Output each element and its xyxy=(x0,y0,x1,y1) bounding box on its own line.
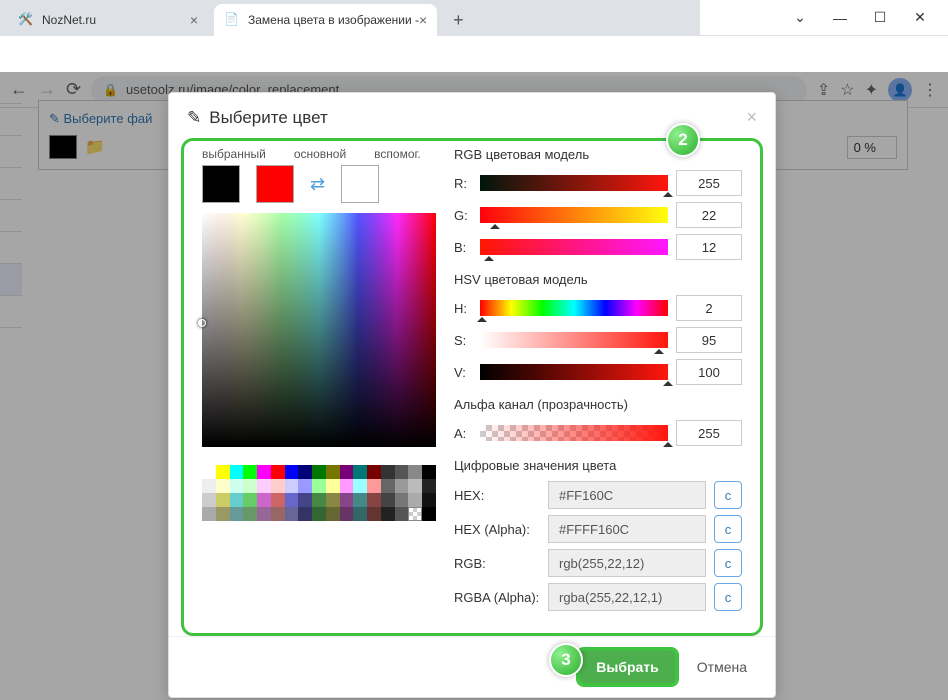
browser-tabs: 🛠️ NozNet.ru × 📄 Замена цвета в изображе… xyxy=(0,0,700,36)
label-main: основной xyxy=(294,147,346,161)
rgb-input[interactable]: rgb(255,22,12) xyxy=(548,549,706,577)
close-icon[interactable]: × xyxy=(190,12,198,28)
modal-footer: 3 Выбрать Отмена xyxy=(169,636,775,697)
h-label: H: xyxy=(454,301,472,316)
s-input[interactable]: 95 xyxy=(676,327,742,353)
b-slider[interactable] xyxy=(480,239,668,255)
chevron-down-icon[interactable]: ⌄ xyxy=(780,4,820,32)
ok-button[interactable]: Выбрать xyxy=(578,649,677,685)
selected-swatch[interactable] xyxy=(202,165,240,203)
a-label: A: xyxy=(454,426,472,441)
g-input[interactable]: 22 xyxy=(676,202,742,228)
hexa-input[interactable]: #FFFF160C xyxy=(548,515,706,543)
cancel-button[interactable]: Отмена xyxy=(687,651,757,683)
rgba-label: RGBA (Alpha): xyxy=(454,590,540,605)
copy-rgb-button[interactable]: c xyxy=(714,549,742,577)
maximize-icon[interactable]: ☐ xyxy=(860,4,900,32)
hsv-title: HSV цветовая модель xyxy=(454,272,742,287)
g-slider[interactable] xyxy=(480,207,668,223)
hex-label: HEX: xyxy=(454,488,540,503)
modal-title: Выберите цвет xyxy=(209,108,328,128)
edit-icon: ✎ xyxy=(187,108,201,128)
tab-usetoolz[interactable]: 📄 Замена цвета в изображении - × xyxy=(214,4,437,36)
alpha-title: Альфа канал (прозрачность) xyxy=(454,397,742,412)
v-input[interactable]: 100 xyxy=(676,359,742,385)
modal-body: 2 выбранный основной вспомог. ⇄ xyxy=(181,138,763,636)
label-selected: выбранный xyxy=(202,147,266,161)
rgb-title: RGB цветовая модель xyxy=(454,147,742,162)
color-field[interactable] xyxy=(202,213,436,447)
b-label: B: xyxy=(454,240,472,255)
hex-input[interactable]: #FF160C xyxy=(548,481,706,509)
tab-label: NozNet.ru xyxy=(42,13,96,27)
tab-noznet[interactable]: 🛠️ NozNet.ru × xyxy=(8,4,208,36)
favicon-icon: 🛠️ xyxy=(18,12,34,28)
copy-rgba-button[interactable]: c xyxy=(714,583,742,611)
r-slider[interactable] xyxy=(480,175,668,191)
v-slider[interactable] xyxy=(480,364,668,380)
h-input[interactable]: 2 xyxy=(676,295,742,321)
copy-hexa-button[interactable]: c xyxy=(714,515,742,543)
label-aux: вспомог. xyxy=(374,147,421,161)
g-label: G: xyxy=(454,208,472,223)
h-slider[interactable] xyxy=(480,300,668,316)
digital-title: Цифровые значения цвета xyxy=(454,458,742,473)
new-tab-button[interactable]: + xyxy=(443,4,474,36)
color-palette[interactable] xyxy=(202,465,436,521)
v-label: V: xyxy=(454,365,472,380)
r-label: R: xyxy=(454,176,472,191)
copy-hex-button[interactable]: c xyxy=(714,481,742,509)
s-label: S: xyxy=(454,333,472,348)
rgba-input[interactable]: rgba(255,22,12,1) xyxy=(548,583,706,611)
swap-icon[interactable]: ⇄ xyxy=(310,174,325,195)
close-icon[interactable]: ✕ xyxy=(900,4,940,32)
b-input[interactable]: 12 xyxy=(676,234,742,260)
favicon-icon: 📄 xyxy=(224,12,240,28)
r-input[interactable]: 255 xyxy=(676,170,742,196)
tab-label: Замена цвета в изображении - xyxy=(248,13,419,27)
color-picker-modal: ✎ Выберите цвет × 2 выбранный основной в… xyxy=(168,92,776,698)
close-icon[interactable]: × xyxy=(419,12,427,28)
hexa-label: HEX (Alpha): xyxy=(454,522,540,537)
rgb-label: RGB: xyxy=(454,556,540,571)
aux-swatch[interactable] xyxy=(341,165,379,203)
a-slider[interactable] xyxy=(480,425,668,441)
close-icon[interactable]: × xyxy=(746,107,757,128)
a-input[interactable]: 255 xyxy=(676,420,742,446)
swatch-labels: выбранный основной вспомог. xyxy=(202,147,436,161)
picker-cursor[interactable] xyxy=(198,319,206,327)
main-swatch[interactable] xyxy=(256,165,294,203)
s-slider[interactable] xyxy=(480,332,668,348)
minimize-icon[interactable]: — xyxy=(820,4,860,32)
annotation-badge-3: 3 xyxy=(549,643,583,677)
annotation-badge-2: 2 xyxy=(666,123,700,157)
